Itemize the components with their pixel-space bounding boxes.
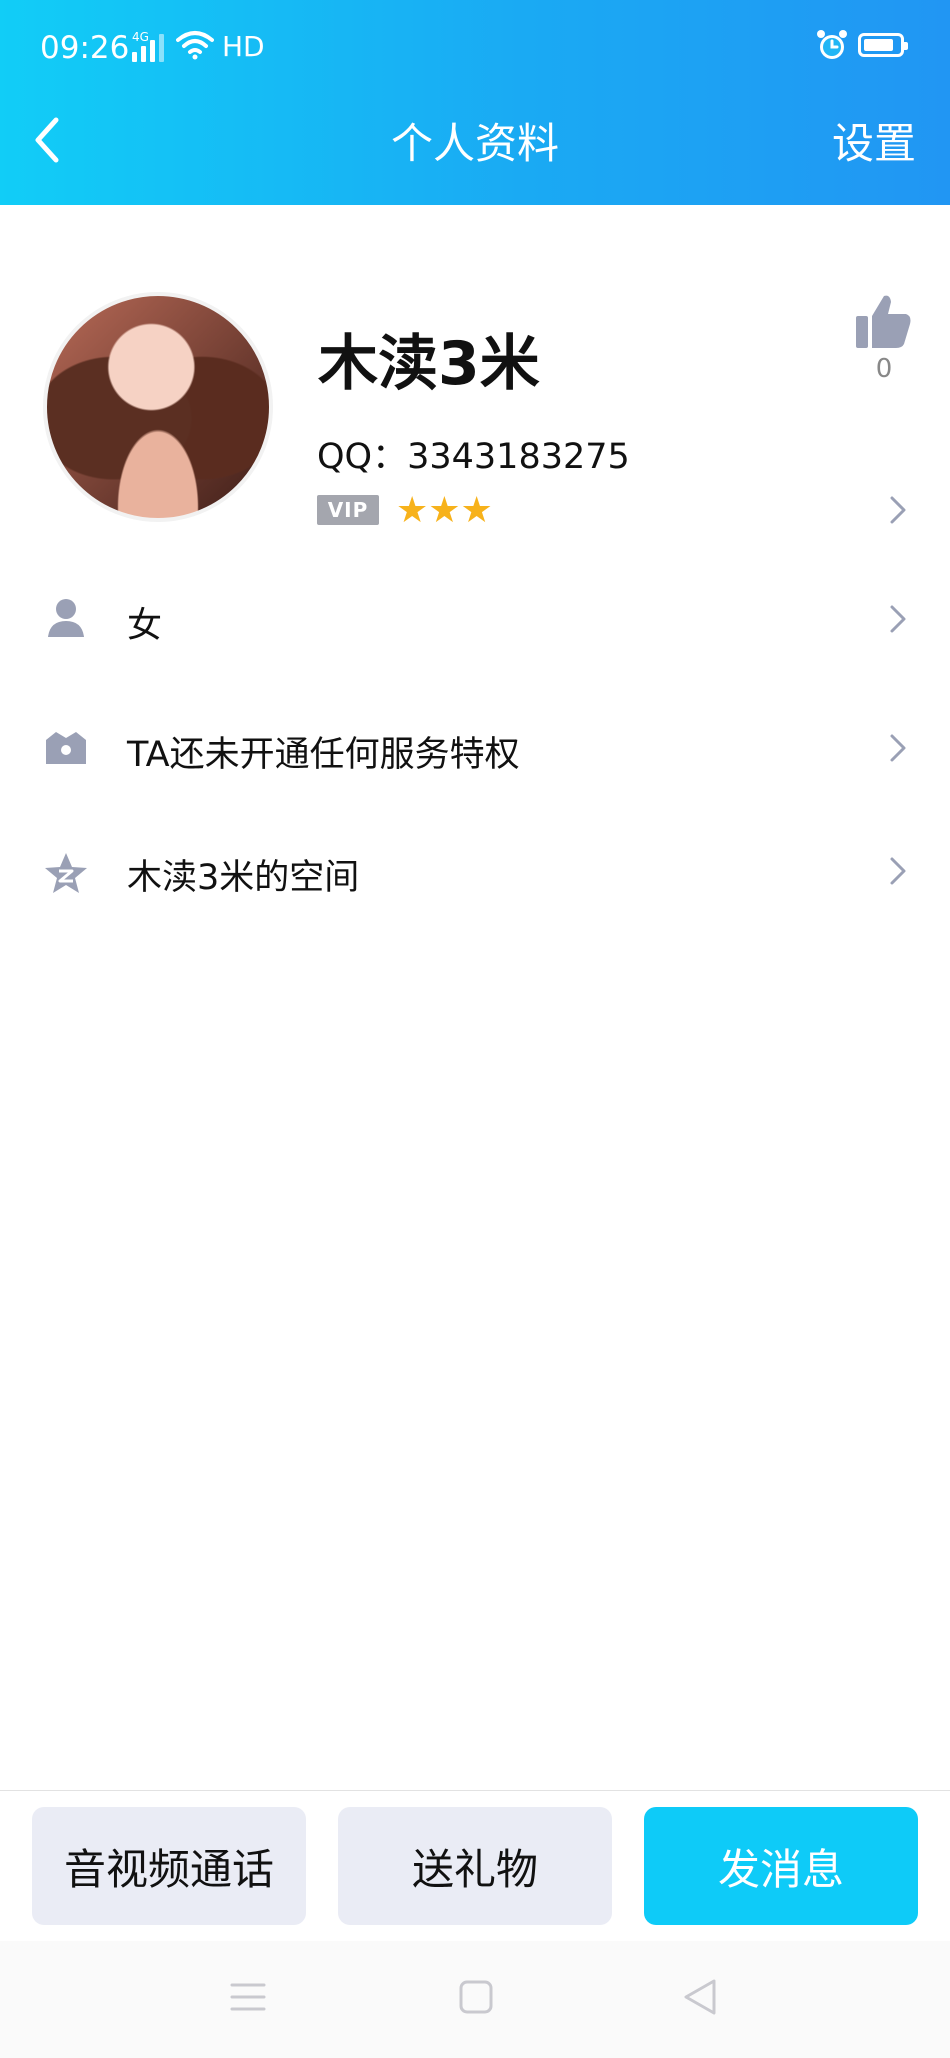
back-nav-icon[interactable]: [682, 1977, 718, 2021]
list-item-zone[interactable]: 木渎3米的空间: [0, 827, 950, 917]
crown-icon: [44, 726, 88, 770]
chevron-right-icon[interactable]: [886, 492, 910, 528]
signal-icon: 4G: [132, 30, 164, 62]
like-button[interactable]: 0: [852, 292, 916, 384]
person-icon: [44, 595, 88, 639]
list-item-service[interactable]: TA还未开通任何服务特权: [0, 702, 950, 792]
avatar[interactable]: [43, 292, 273, 522]
hd-indicator: HD: [222, 30, 265, 63]
zone-label: 木渎3米的空间: [127, 858, 360, 898]
status-time: 09:26: [40, 30, 130, 66]
qzone-star-icon: [44, 851, 88, 895]
vip-badge: VIP: [317, 495, 379, 525]
video-call-button[interactable]: 音视频通话: [32, 1807, 306, 1925]
page-title: 个人资料: [390, 119, 559, 168]
send-gift-button[interactable]: 送礼物: [338, 1807, 612, 1925]
wifi-icon: [176, 30, 214, 64]
send-message-button[interactable]: 发消息: [644, 1807, 918, 1925]
chevron-right-icon: [886, 730, 910, 766]
system-nav-bar: [0, 1941, 950, 2058]
battery-icon: [858, 33, 908, 57]
menu-icon[interactable]: [230, 1979, 266, 2019]
alarm-icon: [815, 28, 849, 66]
home-icon[interactable]: [458, 1979, 494, 2019]
vip-stars: ★★★: [396, 490, 493, 531]
nickname: 木渎3米: [318, 329, 540, 399]
chevron-right-icon: [886, 853, 910, 889]
list-item-gender[interactable]: 女: [0, 575, 950, 665]
chevron-right-icon: [886, 601, 910, 637]
thumbs-up-icon: [854, 295, 914, 354]
settings-button[interactable]: 设置: [832, 110, 916, 171]
header: 09:26 4G HD 个人资料 设置: [0, 0, 950, 205]
qq-number: QQ：3343183275: [317, 437, 630, 477]
network-type: 4G: [132, 30, 149, 44]
like-count: 0: [875, 354, 893, 384]
gender-label: 女: [127, 606, 163, 646]
service-label: TA还未开通任何服务特权: [127, 735, 520, 775]
